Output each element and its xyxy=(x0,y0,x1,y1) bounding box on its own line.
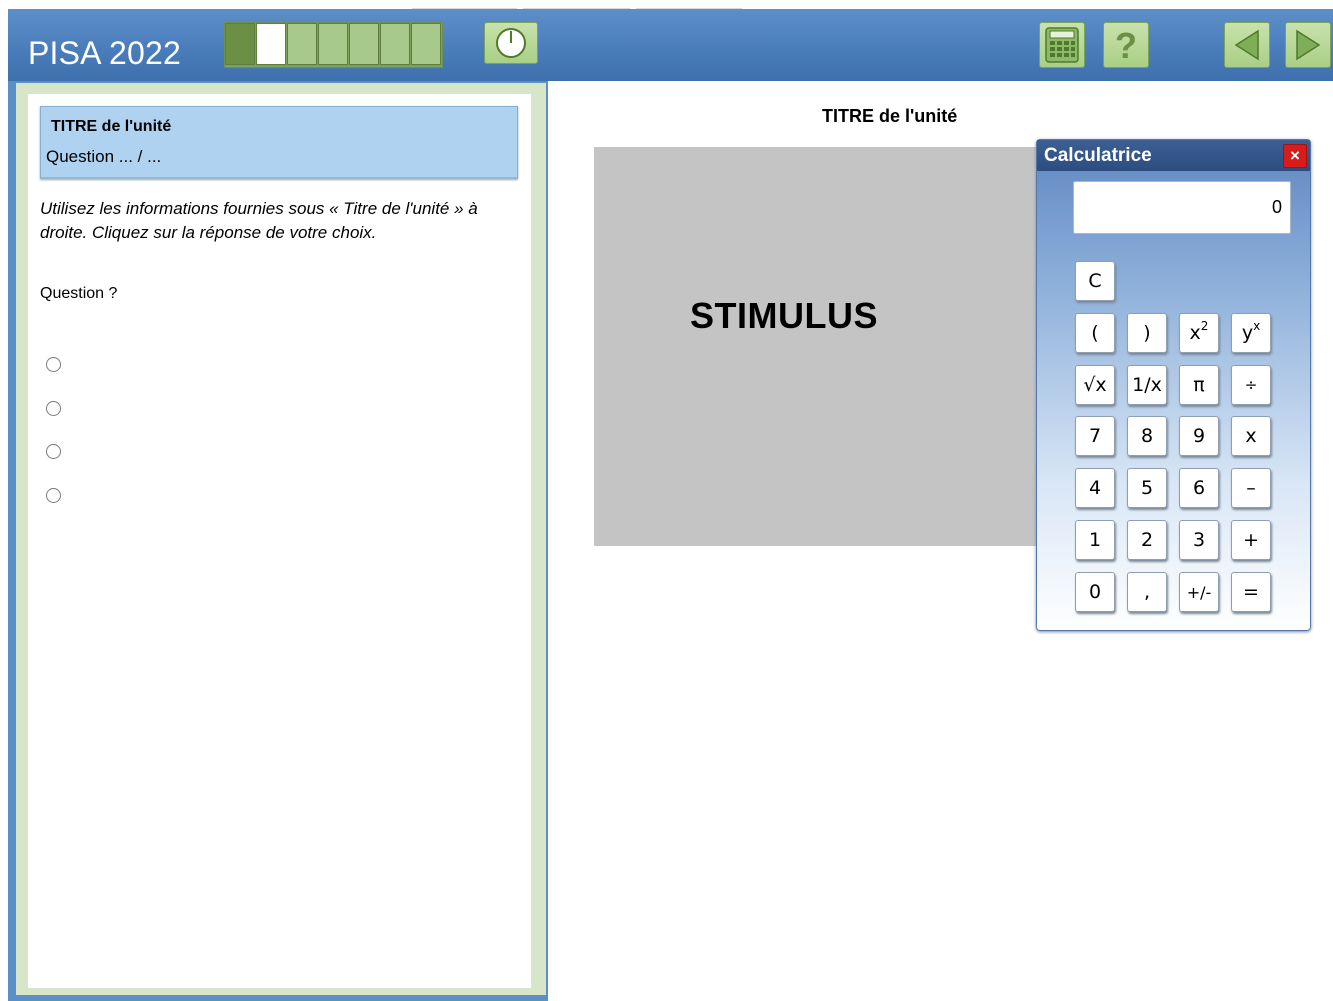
calculator-icon xyxy=(1045,27,1079,63)
key-power[interactable]: yx xyxy=(1231,313,1271,353)
key-4[interactable]: 4 xyxy=(1075,468,1115,508)
calculator-title: Calculatrice xyxy=(1044,145,1152,166)
key-comma[interactable]: , xyxy=(1127,572,1167,612)
close-button[interactable]: × xyxy=(1283,144,1307,168)
answer-option-radio[interactable] xyxy=(46,401,61,416)
calculator-button[interactable] xyxy=(1039,22,1085,68)
key-plus[interactable]: + xyxy=(1231,520,1271,560)
key-clear[interactable]: C xyxy=(1075,261,1115,301)
close-icon: × xyxy=(1290,146,1300,165)
key-8[interactable]: 8 xyxy=(1127,416,1167,456)
answer-option-radio[interactable] xyxy=(46,444,61,459)
arrow-left-icon xyxy=(1234,29,1259,61)
progress-bar xyxy=(224,22,443,68)
calculator-display-value: 0 xyxy=(1271,197,1282,217)
progress-segment xyxy=(287,23,317,65)
question-text: Question ? xyxy=(40,285,118,302)
calculator-titlebar[interactable]: Calculatrice × xyxy=(1037,140,1310,171)
calculator-window: Calculatrice × 0 C ( ) x2 yx √x 1/x π ÷ … xyxy=(1036,139,1311,631)
key-3[interactable]: 3 xyxy=(1179,520,1219,560)
key-1[interactable]: 1 xyxy=(1075,520,1115,560)
arrow-right-icon xyxy=(1296,29,1321,61)
key-0[interactable]: 0 xyxy=(1075,572,1115,612)
key-9[interactable]: 9 xyxy=(1179,416,1219,456)
stimulus-title: TITRE de l'unité xyxy=(822,106,958,126)
progress-segment xyxy=(225,23,255,65)
key-sign[interactable]: +/- xyxy=(1179,572,1219,612)
question-header: TITRE de l'unité Question ... / ... xyxy=(40,106,518,179)
answer-option-radio[interactable] xyxy=(46,357,61,372)
key-power-base: y xyxy=(1241,322,1254,344)
key-reciprocal[interactable]: 1/x xyxy=(1127,365,1167,405)
help-button[interactable]: ? xyxy=(1103,22,1149,68)
question-icon: ? xyxy=(1115,26,1137,64)
key-power-exponent: x xyxy=(1253,319,1261,333)
progress-segment xyxy=(318,23,348,65)
stimulus-label: STIMULUS xyxy=(690,295,878,336)
answer-option-radio[interactable] xyxy=(46,488,61,503)
next-button[interactable] xyxy=(1285,22,1331,68)
progress-segment xyxy=(380,23,410,65)
app-title: PISA 2022 xyxy=(28,35,182,71)
key-6[interactable]: 6 xyxy=(1179,468,1219,508)
key-square-exponent: 2 xyxy=(1200,319,1209,333)
progress-segment xyxy=(349,23,379,65)
progress-segment-current xyxy=(256,23,286,65)
key-divide[interactable]: ÷ xyxy=(1231,365,1271,405)
timer-button[interactable] xyxy=(484,22,538,64)
header-bar: PISA 2022 ? xyxy=(8,9,1333,81)
key-open-paren[interactable]: ( xyxy=(1075,313,1115,353)
key-2[interactable]: 2 xyxy=(1127,520,1167,560)
previous-button[interactable] xyxy=(1224,22,1270,68)
key-minus[interactable]: – xyxy=(1231,468,1271,508)
key-square-base: x xyxy=(1189,322,1201,344)
key-close-paren[interactable]: ) xyxy=(1127,313,1167,353)
key-sqrt[interactable]: √x xyxy=(1075,365,1115,405)
calculator-display: 0 xyxy=(1073,181,1291,234)
progress-segment xyxy=(411,23,441,65)
key-pi[interactable]: π xyxy=(1179,365,1219,405)
key-equals[interactable]: = xyxy=(1231,572,1271,612)
key-7[interactable]: 7 xyxy=(1075,416,1115,456)
key-square[interactable]: x2 xyxy=(1179,313,1219,353)
svg-text:?: ? xyxy=(1115,26,1137,64)
unit-title: TITRE de l'unité xyxy=(51,118,172,135)
key-multiply[interactable]: x xyxy=(1231,416,1271,456)
instruction-text: Utilisez les informations fournies sous … xyxy=(40,199,478,242)
clock-icon xyxy=(496,28,526,58)
question-counter: Question ... / ... xyxy=(46,147,162,166)
stimulus-area: STIMULUS xyxy=(594,147,1044,546)
key-5[interactable]: 5 xyxy=(1127,468,1167,508)
